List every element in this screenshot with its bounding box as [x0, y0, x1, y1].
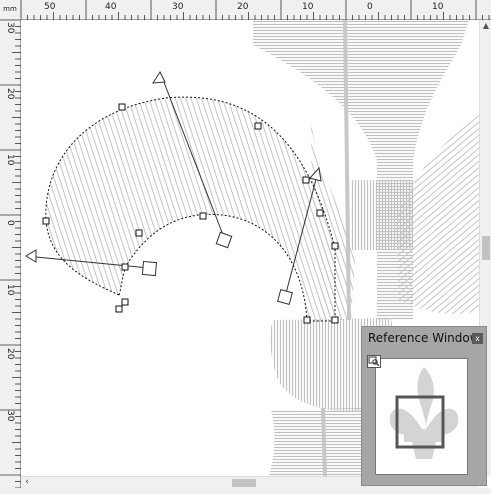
- selected-curl-object[interactable]: [45, 96, 336, 322]
- ruler-label-10: 10: [302, 2, 314, 12]
- ruler-label-20: 20: [237, 2, 249, 12]
- status-strip: [0, 488, 491, 494]
- ruler-label-50: 50: [44, 2, 56, 12]
- ruler-unit-corner: mm: [0, 0, 21, 20]
- scroll-left-icon[interactable]: ‹: [21, 477, 33, 488]
- reference-window: Reference Window x: [361, 326, 487, 486]
- horizontal-ruler: 50 40 30 20 10 0 10: [20, 0, 491, 20]
- ruler-label-10-top: 10: [5, 154, 15, 166]
- ruler-label-40: 40: [105, 2, 117, 12]
- close-icon[interactable]: x: [472, 333, 483, 344]
- horizontal-ruler-scale: 50 40 30 20 10 0 10: [20, 0, 490, 20]
- ruler-label-20-top: 20: [5, 88, 15, 100]
- vertical-ruler-scale: 30 20 10 0 10 20 30: [0, 19, 21, 489]
- ruler-label-0-vertical: 0: [5, 220, 15, 226]
- ruler-label-10-right: 10: [432, 2, 444, 12]
- horizontal-scroll-thumb[interactable]: [232, 479, 256, 487]
- vertical-scroll-thumb[interactable]: [482, 236, 490, 260]
- fleur-de-lis-thumbnail: [389, 367, 459, 459]
- zoom-icon[interactable]: [367, 355, 381, 368]
- ruler-label-30-top: 30: [5, 22, 15, 34]
- ruler-label-20-bottom: 20: [5, 348, 15, 360]
- reference-preview[interactable]: [375, 358, 468, 475]
- ruler-label-0: 0: [367, 2, 373, 12]
- vertical-ruler: 30 20 10 0 10 20 30: [0, 19, 21, 494]
- reference-window-title: Reference Window: [368, 331, 480, 345]
- scroll-up-icon[interactable]: ▲: [480, 20, 491, 32]
- ruler-label-30-bottom: 30: [5, 410, 15, 422]
- embroidery-editor: mm 50 40 30 20 10 0 10 30 20 10 0 10 20 …: [0, 0, 491, 494]
- ruler-label-10-bottom: 10: [5, 284, 15, 296]
- ruler-label-30: 30: [172, 2, 184, 12]
